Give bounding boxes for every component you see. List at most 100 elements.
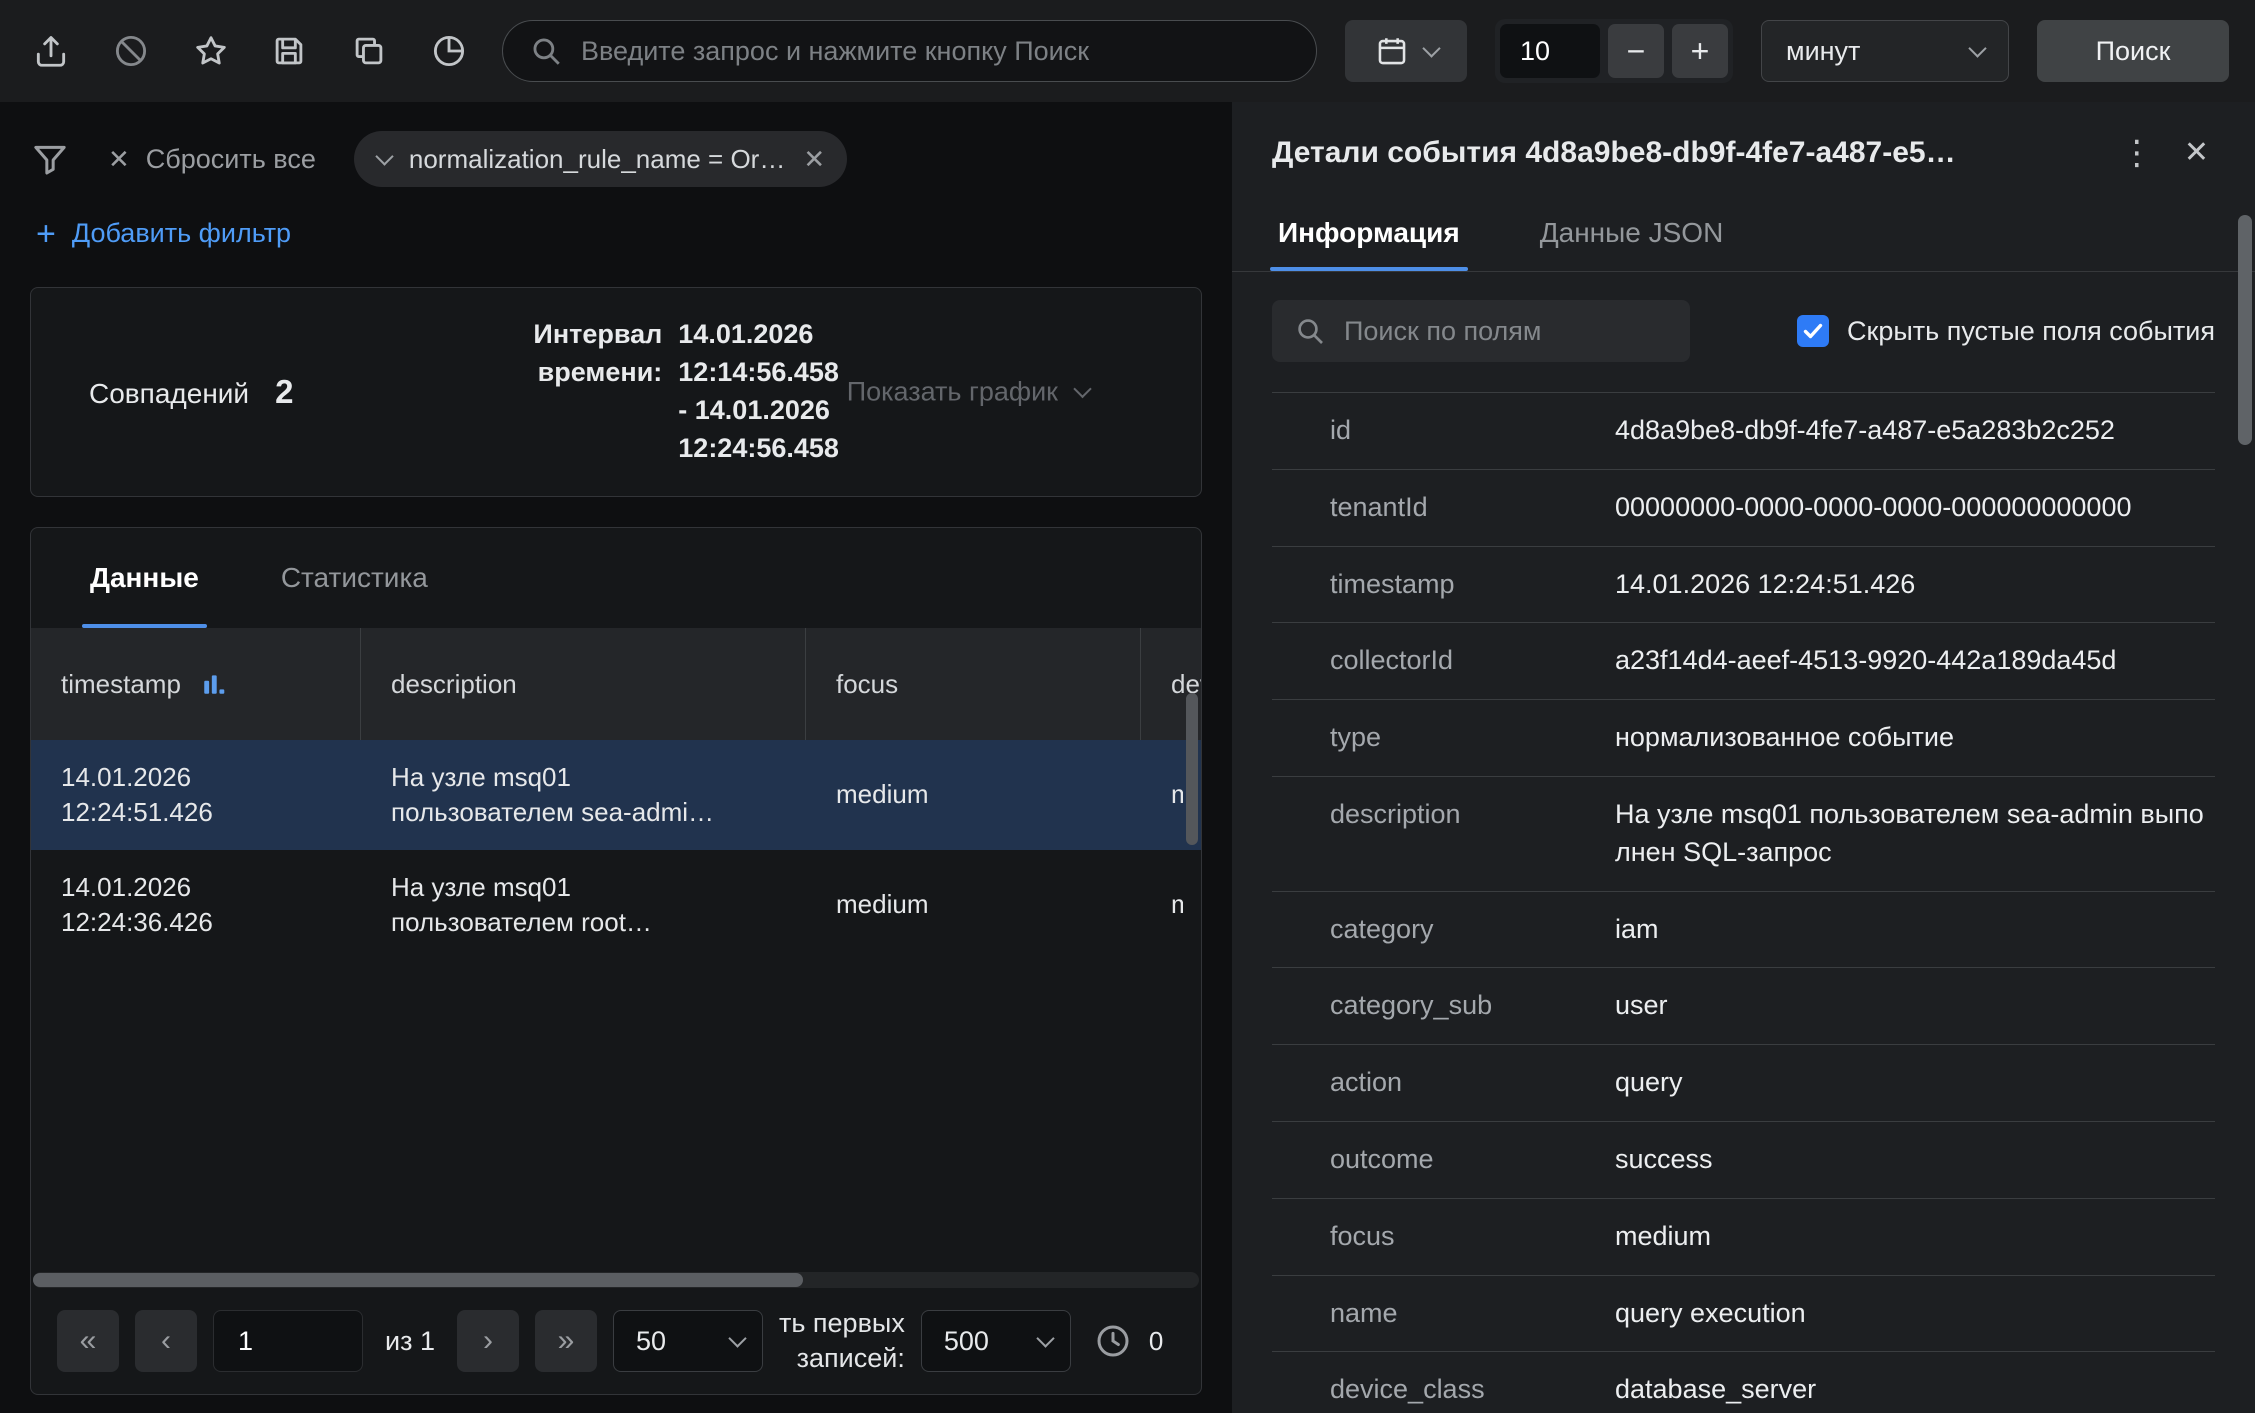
- field-key: outcome: [1272, 1141, 1615, 1179]
- next-page-button[interactable]: ›: [457, 1310, 519, 1372]
- field-value: database_server: [1615, 1371, 2215, 1409]
- field-search-input[interactable]: [1344, 316, 1668, 347]
- table-row[interactable]: 14.01.2026 12:24:51.426 На узле msq01 по…: [31, 740, 1201, 850]
- field-search[interactable]: [1272, 300, 1690, 362]
- query-search-input[interactable]: [581, 36, 1290, 67]
- clear-all-label: Сбросить все: [146, 144, 316, 175]
- field-key: action: [1272, 1064, 1615, 1102]
- add-filter-button[interactable]: + Добавить фильтр: [36, 218, 291, 249]
- increment-button[interactable]: +: [1672, 24, 1728, 78]
- cell-focus: medium: [806, 740, 1141, 850]
- field-key: category_sub: [1272, 987, 1615, 1025]
- sort-icon[interactable]: [201, 671, 227, 697]
- field-row: tenantId00000000-0000-0000-0000-00000000…: [1272, 470, 2215, 547]
- show-chart-button[interactable]: Показать график: [847, 377, 1089, 408]
- pagination-bar: « ‹ из 1 › » 50 ть первых записей: 500: [31, 1288, 1201, 1394]
- field-key: collectorId: [1272, 642, 1615, 680]
- horizontal-scrollbar-thumb[interactable]: [33, 1273, 803, 1287]
- event-fields-list: id4d8a9be8-db9f-4fe7-a487-e5a283b2c252 t…: [1272, 392, 2215, 1413]
- field-value: a23f14d4-aeef-4513-9920-442a189da45d: [1615, 642, 2215, 680]
- field-key: name: [1272, 1295, 1615, 1333]
- field-key: description: [1272, 796, 1615, 872]
- toolbar-mid-icons: [264, 26, 474, 76]
- cell-device: my: [1141, 850, 1201, 960]
- calendar-dropdown[interactable]: [1345, 20, 1467, 82]
- close-icon[interactable]: ✕: [2184, 138, 2209, 168]
- field-value: medium: [1615, 1218, 2215, 1256]
- clipped-time-value: 0: [1149, 1326, 1163, 1357]
- field-row: device_classdatabase_server: [1272, 1352, 2215, 1413]
- details-title: Детали события 4d8a9be8-db9f-4fe7-a487-e…: [1272, 136, 2090, 170]
- field-value: query execution: [1615, 1295, 2215, 1333]
- results-area: ✕ Сбросить все normalization_rule_name =…: [0, 102, 1232, 1413]
- field-row: typeнормализованное событие: [1272, 700, 2215, 777]
- column-header-description[interactable]: description: [361, 628, 806, 740]
- tab-information[interactable]: Информация: [1274, 194, 1464, 271]
- column-header-timestamp[interactable]: timestamp: [31, 628, 361, 740]
- field-key: timestamp: [1272, 566, 1615, 604]
- interval-unit-label: минут: [1786, 36, 1860, 67]
- show-chart-label: Показать график: [847, 377, 1058, 408]
- cell-timestamp: 14.01.2026 12:24:36.426: [31, 850, 361, 960]
- first-page-button[interactable]: «: [57, 1310, 119, 1372]
- checkbox-checked-icon[interactable]: [1797, 315, 1829, 347]
- query-search-field[interactable]: [502, 20, 1317, 82]
- cell-focus: medium: [806, 850, 1141, 960]
- interval-value-input[interactable]: [1500, 24, 1600, 78]
- vertical-scrollbar[interactable]: [2238, 215, 2252, 445]
- page-size-select[interactable]: 50: [613, 1310, 763, 1372]
- filter-icon[interactable]: [30, 139, 70, 179]
- search-icon: [1294, 315, 1326, 347]
- field-row: timestamp14.01.2026 12:24:51.426: [1272, 547, 2215, 624]
- field-row: descriptionНа узле msq01 пользователем s…: [1272, 777, 2215, 892]
- prev-page-button[interactable]: ‹: [135, 1310, 197, 1372]
- calendar-icon: [1375, 34, 1409, 68]
- field-row: focusmedium: [1272, 1199, 2215, 1276]
- column-header-focus[interactable]: focus: [806, 628, 1141, 740]
- results-tabs: Данные Статистика: [31, 528, 1201, 628]
- table-header: timestamp description focus dev: [31, 628, 1201, 740]
- field-row: id4d8a9be8-db9f-4fe7-a487-e5a283b2c252: [1272, 393, 2215, 470]
- pie-chart-icon[interactable]: [424, 26, 474, 76]
- horizontal-scrollbar-track[interactable]: [33, 1272, 1199, 1288]
- upload-icon[interactable]: [26, 26, 76, 76]
- tab-json[interactable]: Данные JSON: [1536, 194, 1728, 271]
- table-vertical-scrollbar[interactable]: [1186, 693, 1198, 845]
- add-filter-label: Добавить фильтр: [72, 218, 291, 249]
- field-row: namequery execution: [1272, 1276, 2215, 1353]
- tab-statistics[interactable]: Статистика: [277, 528, 432, 628]
- decrement-button[interactable]: −: [1608, 24, 1664, 78]
- field-value: нормализованное событие: [1615, 719, 2215, 757]
- page-number-input[interactable]: [213, 1310, 363, 1372]
- page-size-value: 50: [636, 1326, 666, 1357]
- field-key: focus: [1272, 1218, 1615, 1256]
- more-menu-icon[interactable]: ⋮: [2120, 136, 2154, 170]
- chevron-down-icon: [728, 1329, 746, 1347]
- table-row[interactable]: 14.01.2026 12:24:36.426 На узле msq01 по…: [31, 850, 1201, 960]
- clear-all-filters-button[interactable]: ✕ Сбросить все: [108, 144, 316, 175]
- filter-chip[interactable]: normalization_rule_name = Or… ✕: [354, 131, 847, 187]
- filter-chip-label: normalization_rule_name = Or…: [409, 144, 785, 175]
- hide-empty-fields-checkbox[interactable]: Скрыть пустые поля события: [1797, 315, 2215, 347]
- search-button[interactable]: Поиск: [2037, 20, 2229, 82]
- matches-label: Совпадений: [89, 378, 249, 410]
- field-row: categoryiam: [1272, 892, 2215, 969]
- search-icon: [529, 34, 563, 68]
- field-value: 00000000-0000-0000-0000-000000000000: [1615, 489, 2215, 527]
- hide-empty-fields-label: Скрыть пустые поля события: [1847, 316, 2215, 347]
- block-icon[interactable]: [106, 26, 156, 76]
- field-key: device_class: [1272, 1371, 1615, 1409]
- chevron-down-icon: [1073, 380, 1091, 398]
- field-key: type: [1272, 719, 1615, 757]
- top-toolbar: − + минут Поиск: [0, 0, 2255, 102]
- interval-label: Интервал времени:: [533, 316, 662, 467]
- tab-data[interactable]: Данные: [86, 528, 203, 628]
- record-limit-select[interactable]: 500: [921, 1310, 1071, 1372]
- star-icon[interactable]: [186, 26, 236, 76]
- summary-card: Совпадений 2 Интервал времени: 14.01.202…: [30, 287, 1202, 497]
- save-icon[interactable]: [264, 26, 314, 76]
- last-page-button[interactable]: »: [535, 1310, 597, 1372]
- copy-icon[interactable]: [344, 26, 394, 76]
- interval-unit-select[interactable]: минут: [1761, 20, 2009, 82]
- remove-filter-icon[interactable]: ✕: [803, 144, 825, 175]
